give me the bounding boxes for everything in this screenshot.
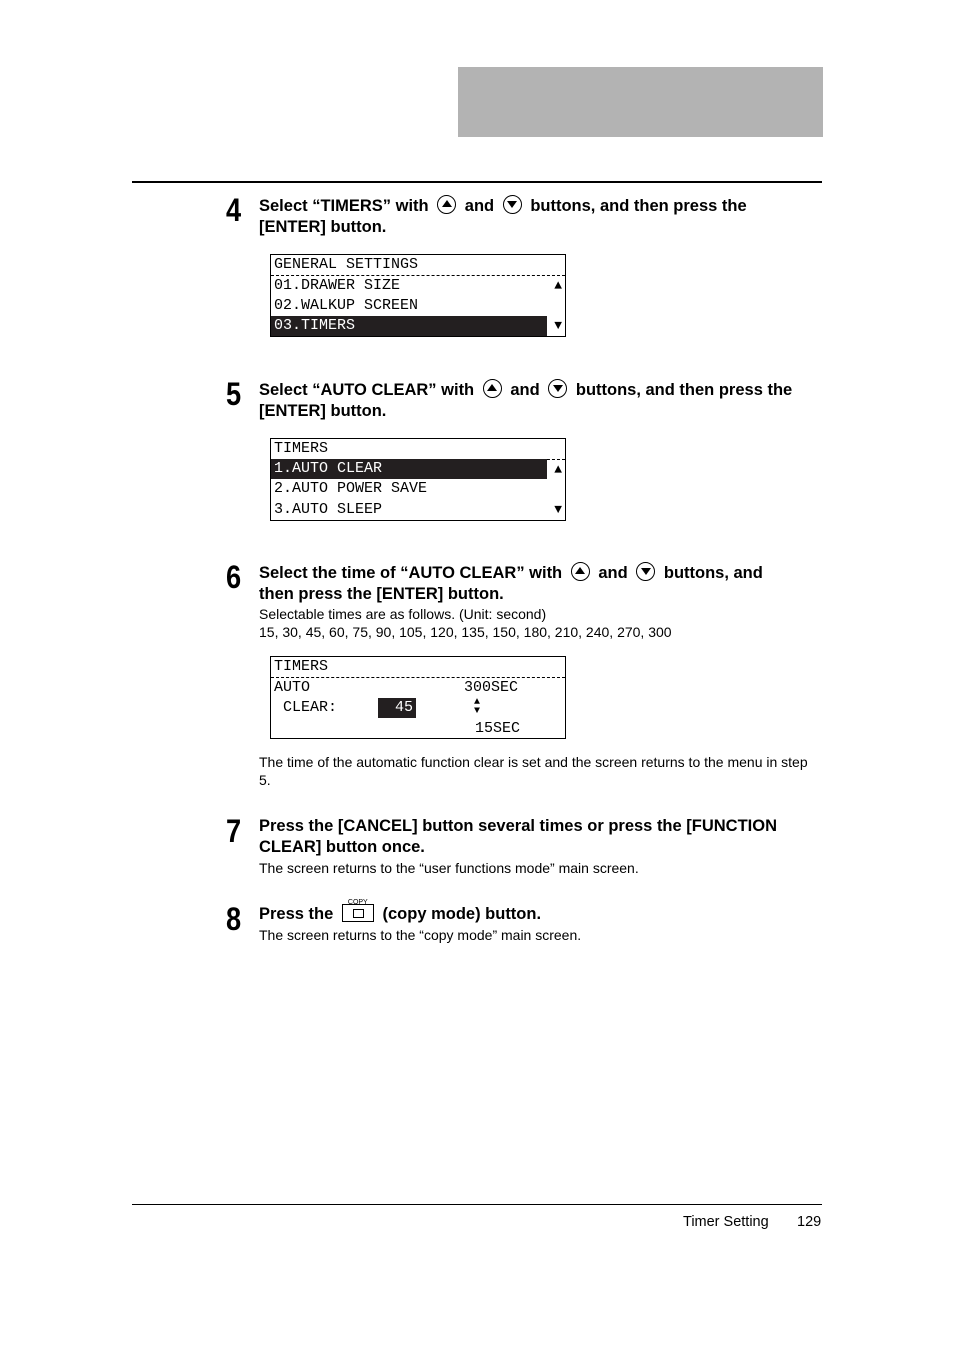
- step-number: 8: [226, 901, 242, 937]
- step-heading: Select the time of “AUTO CLEAR” with and…: [259, 562, 763, 603]
- down-button-icon: [636, 562, 656, 581]
- step-heading: Press the COPY (copy mode) button.: [259, 899, 542, 923]
- top-rule: [132, 181, 822, 183]
- timer-value: 45: [378, 698, 416, 718]
- up-button-icon: [482, 379, 502, 398]
- step-heading: Select “AUTO CLEAR” with and buttons, an…: [259, 379, 793, 420]
- up-button-icon: [570, 562, 590, 581]
- copy-button-icon: COPY: [341, 899, 374, 922]
- scroll-down-icon: ▼: [554, 318, 562, 333]
- page-number: 129: [797, 1214, 822, 1230]
- scroll-up-icon: ▲: [554, 462, 562, 477]
- step-number: 6: [226, 559, 242, 595]
- lcd-label: CLEAR:: [274, 699, 338, 716]
- header-band: [458, 67, 823, 137]
- step-body: The screen returns to the “user function…: [259, 860, 639, 876]
- max-value: 300SEC: [464, 679, 519, 696]
- min-value: 15SEC: [475, 720, 521, 737]
- step-number: 4: [226, 192, 242, 228]
- step-result: The time of the automatic function clear…: [259, 754, 808, 770]
- manual-page: 4 Select “TIMERS” with and buttons, and …: [0, 0, 954, 1351]
- step-heading: Press the [CANCEL] button several times …: [259, 817, 778, 856]
- lcd-row: 3.AUTO SLEEP: [274, 501, 383, 518]
- step-body: Selectable times are as follows. (Unit: …: [259, 606, 547, 622]
- scroll-down-icon: ▼: [554, 502, 562, 517]
- footer-section: Timer Setting: [683, 1214, 769, 1230]
- lcd-title: TIMERS: [274, 440, 329, 457]
- step-number: 5: [226, 376, 242, 412]
- lcd-title: TIMERS: [274, 658, 329, 675]
- lcd-row: 02.WALKUP SCREEN: [274, 297, 419, 314]
- lcd-screen: TIMERS AUTO CLEAR: 45 300SEC 15SEC ▲ ▼: [270, 656, 566, 739]
- lcd-row-selected: 1.AUTO CLEAR: [271, 459, 547, 479]
- step-number: 7: [226, 813, 242, 849]
- lcd-title: GENERAL SETTINGS: [274, 256, 419, 273]
- lcd-row-selected: 03.TIMERS: [271, 316, 547, 336]
- lcd-row: 2.AUTO POWER SAVE: [274, 480, 428, 497]
- footer-rule: [132, 1204, 822, 1205]
- lcd-label: AUTO: [274, 679, 311, 696]
- step-heading: Select “TIMERS” with and buttons, and th…: [259, 195, 747, 236]
- down-button-icon: [548, 379, 568, 398]
- up-button-icon: [437, 195, 457, 214]
- step-result: 5.: [259, 772, 271, 788]
- down-button-icon: [502, 195, 522, 214]
- selectable-times: 15, 30, 45, 60, 75, 90, 105, 120, 135, 1…: [259, 624, 672, 640]
- scroll-up-icon: ▲: [554, 278, 562, 293]
- lcd-screen: TIMERS 1.AUTO CLEAR 2.AUTO POWER SAVE 3.…: [270, 438, 566, 521]
- lcd-screen: GENERAL SETTINGS 01.DRAWER SIZE 02.WALKU…: [270, 254, 566, 337]
- step-body: The screen returns to the “copy mode” ma…: [259, 927, 582, 943]
- up-down-icon: ▲ ▼: [474, 697, 481, 717]
- lcd-row: 01.DRAWER SIZE: [274, 277, 401, 294]
